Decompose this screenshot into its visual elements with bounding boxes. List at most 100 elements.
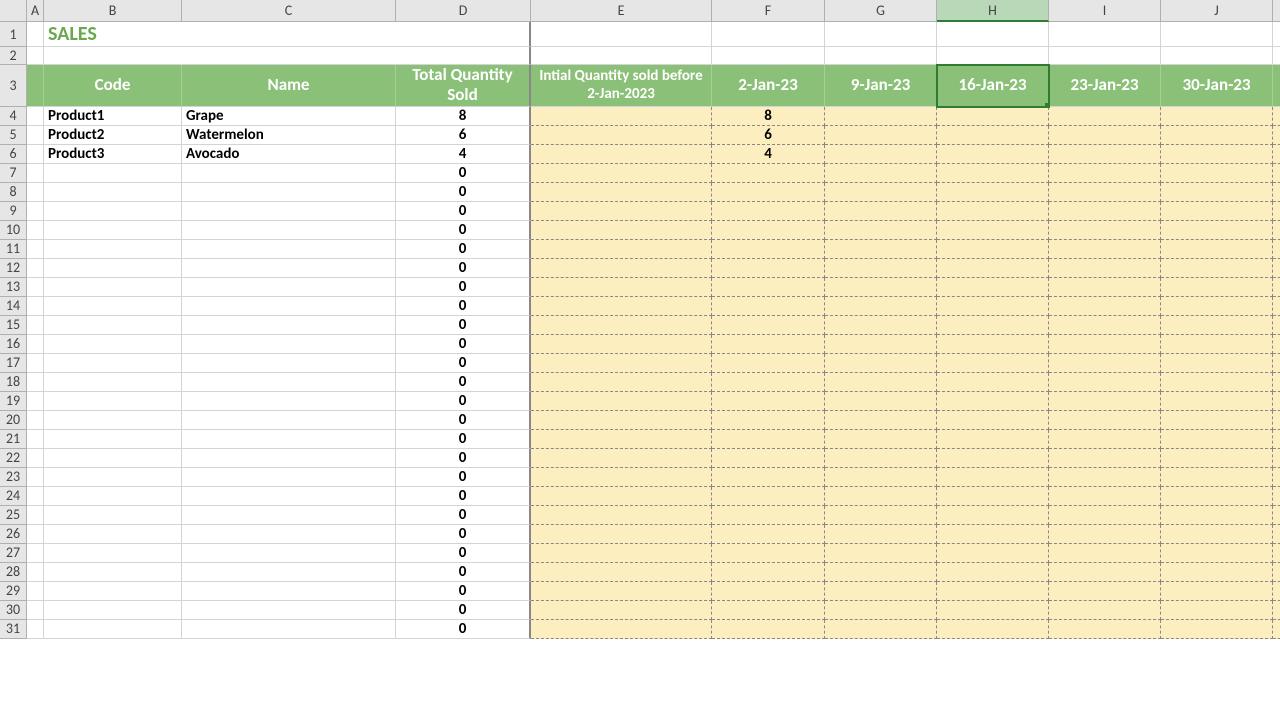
cell-B21[interactable] [44,430,182,449]
cell-H23[interactable] [937,468,1049,487]
cell-C25[interactable] [182,506,396,525]
row-header-25[interactable]: 25 [0,506,27,525]
cell-A31[interactable] [27,620,44,639]
cell-A4[interactable] [27,107,44,126]
cell-E17[interactable] [531,354,712,373]
cell-extra21[interactable] [1273,430,1280,449]
cell-G20[interactable] [825,411,937,430]
cell-D13[interactable]: 0 [396,278,531,297]
cell-E9[interactable] [531,202,712,221]
cell-E16[interactable] [531,335,712,354]
cell-C8[interactable] [182,183,396,202]
cell-G19[interactable] [825,392,937,411]
cell-F5[interactable]: 6 [712,126,825,145]
cell-C17[interactable] [182,354,396,373]
cell-C24[interactable] [182,487,396,506]
cell-E12[interactable] [531,259,712,278]
cell-J4[interactable] [1161,107,1273,126]
cell-D21[interactable]: 0 [396,430,531,449]
cell-row1-0[interactable] [531,22,712,47]
cell-F20[interactable] [712,411,825,430]
cell-G27[interactable] [825,544,937,563]
cell-B22[interactable] [44,449,182,468]
cell-H30[interactable] [937,601,1049,620]
cell-F6[interactable]: 4 [712,145,825,164]
cell-E7[interactable] [531,164,712,183]
cell-D6[interactable]: 4 [396,145,531,164]
row-header-19[interactable]: 19 [0,392,27,411]
cell-F21[interactable] [712,430,825,449]
cell-I14[interactable] [1049,297,1161,316]
cell-A16[interactable] [27,335,44,354]
cell-H16[interactable] [937,335,1049,354]
cell-G5[interactable] [825,126,937,145]
cell-B19[interactable] [44,392,182,411]
cell-I11[interactable] [1049,240,1161,259]
cell-J5[interactable] [1161,126,1273,145]
cell-row1-x[interactable] [1273,22,1280,47]
cell-E13[interactable] [531,278,712,297]
cell-F17[interactable] [712,354,825,373]
cell-extra19[interactable] [1273,392,1280,411]
cell-C23[interactable] [182,468,396,487]
cell-row2-3[interactable] [937,47,1049,65]
cell-H31[interactable] [937,620,1049,639]
cell-J17[interactable] [1161,354,1273,373]
cell-extra15[interactable] [1273,316,1280,335]
cell-C15[interactable] [182,316,396,335]
cell-C4[interactable]: Grape [182,107,396,126]
cell-F31[interactable] [712,620,825,639]
cell-E14[interactable] [531,297,712,316]
cell-row2-0[interactable] [531,47,712,65]
cell-H17[interactable] [937,354,1049,373]
cell-F19[interactable] [712,392,825,411]
col-header-H[interactable]: H [937,0,1049,22]
cell-H26[interactable] [937,525,1049,544]
cell-G24[interactable] [825,487,937,506]
row-header-29[interactable]: 29 [0,582,27,601]
cell-C7[interactable] [182,164,396,183]
cell-G14[interactable] [825,297,937,316]
cell-E11[interactable] [531,240,712,259]
cell-C16[interactable] [182,335,396,354]
row-header-23[interactable]: 23 [0,468,27,487]
cell-F12[interactable] [712,259,825,278]
cell-E18[interactable] [531,373,712,392]
cell-C27[interactable] [182,544,396,563]
cell-J19[interactable] [1161,392,1273,411]
cell-extra31[interactable] [1273,620,1280,639]
cell-H4[interactable] [937,107,1049,126]
cell-D23[interactable]: 0 [396,468,531,487]
cell-A19[interactable] [27,392,44,411]
row-header-4[interactable]: 4 [0,107,27,126]
header-name[interactable]: Name [182,65,396,107]
header-code[interactable]: Code [44,65,182,107]
cell-F24[interactable] [712,487,825,506]
cell-extra23[interactable] [1273,468,1280,487]
cell-A3[interactable] [27,65,44,107]
cell-B11[interactable] [44,240,182,259]
cell-E29[interactable] [531,582,712,601]
header-initial[interactable]: Intial Quantity sold before 2-Jan-2023 [531,65,712,107]
cell-A1[interactable] [27,22,44,47]
cell-H25[interactable] [937,506,1049,525]
cell-extra10[interactable] [1273,221,1280,240]
cell-extra29[interactable] [1273,582,1280,601]
cell-extra4[interactable] [1273,107,1280,126]
cell-D18[interactable]: 0 [396,373,531,392]
cell-H11[interactable] [937,240,1049,259]
cell-I28[interactable] [1049,563,1161,582]
cell-D16[interactable]: 0 [396,335,531,354]
cell-C31[interactable] [182,620,396,639]
cell-B12[interactable] [44,259,182,278]
col-header-D[interactable]: D [396,0,531,22]
cell-F8[interactable] [712,183,825,202]
cell-A12[interactable] [27,259,44,278]
row-header-18[interactable]: 18 [0,373,27,392]
cell-D19[interactable]: 0 [396,392,531,411]
col-header-B[interactable]: B [44,0,182,22]
row-header-24[interactable]: 24 [0,487,27,506]
cell-A7[interactable] [27,164,44,183]
cell-C5[interactable]: Watermelon [182,126,396,145]
cell-D22[interactable]: 0 [396,449,531,468]
